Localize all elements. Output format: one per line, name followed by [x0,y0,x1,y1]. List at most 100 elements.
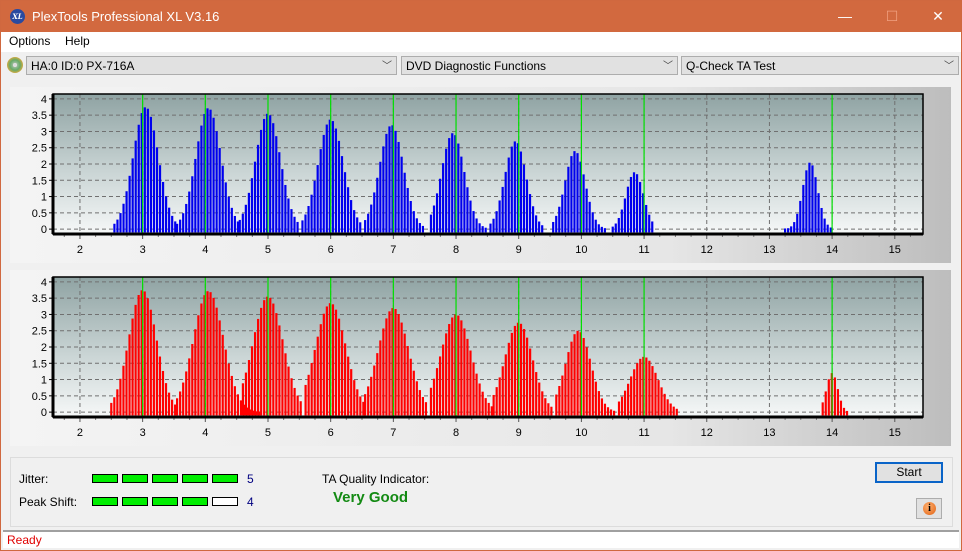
histogram-bar [570,156,573,233]
histogram-bar [346,187,350,233]
y-tick-label: 1 [41,375,47,387]
histogram-bar [463,328,466,416]
histogram-bar [629,176,633,233]
peak-shift-value: 4 [247,495,254,509]
test-select-value: Q-Check TA Test [686,59,776,73]
histogram-bar [632,172,636,233]
histogram-bar [528,194,532,233]
histogram-bar [322,134,325,233]
histogram-bar [597,224,600,233]
histogram-bar [424,402,428,416]
histogram-bar [287,366,290,416]
ta-quality-label: TA Quality Indicator: [322,472,430,486]
histogram-bar [790,226,793,233]
histogram-bar [435,368,439,416]
drive-select[interactable]: HA:0 ID:0 PX-716A ﹀ [26,56,397,75]
histogram-bar [651,366,654,416]
histogram-bar [388,126,391,233]
histogram-bar [478,383,481,416]
histogram-bar [808,162,811,233]
histogram-bar [555,394,558,416]
peak-shift-label: Peak Shift: [19,495,78,509]
menu-options[interactable]: Options [9,34,50,48]
level-segment [92,497,118,506]
status-bar: Ready [3,530,959,548]
histogram-bar [660,387,663,416]
histogram-bar [561,375,564,416]
histogram-bar [296,395,299,416]
test-select[interactable]: Q-Check TA Test ﹀ [681,56,959,75]
histogram-bar [489,223,492,233]
histogram-bar [550,406,553,416]
start-button[interactable]: Start [875,462,943,483]
histogram-bar [600,226,603,233]
menu-bar: Options Help [1,32,961,52]
level-segment [152,497,178,506]
app-logo-icon: XL [10,9,25,24]
histogram-bar [382,328,385,416]
histogram-bar [236,394,240,416]
y-tick-label: 1.5 [32,175,47,187]
histogram-bar [501,186,504,233]
histogram-bar [359,222,362,233]
histogram-bar [564,180,567,233]
histogram-bar [304,214,307,233]
histogram-bar [200,303,203,416]
histogram-bar [669,403,672,416]
info-icon: i [923,502,936,515]
histogram-bar [278,152,281,233]
histogram-bar [230,207,233,233]
menu-help[interactable]: Help [65,34,90,48]
histogram-bar [472,211,475,233]
histogram-bar [143,107,146,233]
histogram-bar [149,309,152,416]
x-tick-label: 15 [889,244,901,256]
histogram-bar [394,130,397,233]
histogram-bar [555,215,558,233]
histogram-bar [307,374,310,416]
histogram-bar [612,410,616,416]
maximize-button[interactable]: ☐ [869,1,915,32]
function-select[interactable]: DVD Diagnostic Functions ﹀ [401,56,678,75]
histogram-bar [164,383,168,416]
histogram-bar [648,360,651,416]
histogram-bar [627,383,630,416]
histogram-bar [495,387,498,416]
histogram-bar [823,218,826,233]
histogram-bar [224,349,227,416]
histogram-bar [466,338,469,416]
window-title: PlexTools Professional XL V3.16 [32,9,220,24]
histogram-bar [400,156,403,233]
histogram-bar [158,356,162,416]
x-tick-label: 13 [763,427,775,439]
histogram-bar [143,291,146,416]
histogram-bar [152,324,155,416]
histogram-bar [281,169,284,233]
histogram-bar [128,334,131,416]
histogram-bar [522,329,526,416]
histogram-bar [573,151,576,233]
histogram-bar [313,349,316,416]
minimize-button[interactable]: — [822,1,868,32]
histogram-bar [811,165,814,233]
histogram-bar [478,223,481,233]
histogram-bar [532,360,535,416]
histogram-bar [529,348,532,416]
x-tick-label: 6 [328,427,334,439]
histogram-bar [293,387,296,416]
top-chart: 0 0.5 1 1.5 2 2.5 3 3.5 4 2 3 4 5 6 7 8 9 10 11 12 13 14 15 [32,93,924,256]
histogram-bar [623,390,627,416]
close-button[interactable]: ✕ [915,1,961,32]
histogram-bar [611,226,614,233]
histogram-bar [582,174,585,233]
histogram-bar [353,380,356,416]
histogram-bar [814,177,817,233]
histogram-bar [501,366,504,416]
histogram-bar [403,172,406,233]
x-tick-label: 8 [453,427,459,439]
histogram-bar [657,380,660,416]
histogram-bar [212,297,215,416]
info-button[interactable]: i [916,498,942,519]
histogram-bar [492,218,495,233]
histogram-bar [272,303,275,416]
